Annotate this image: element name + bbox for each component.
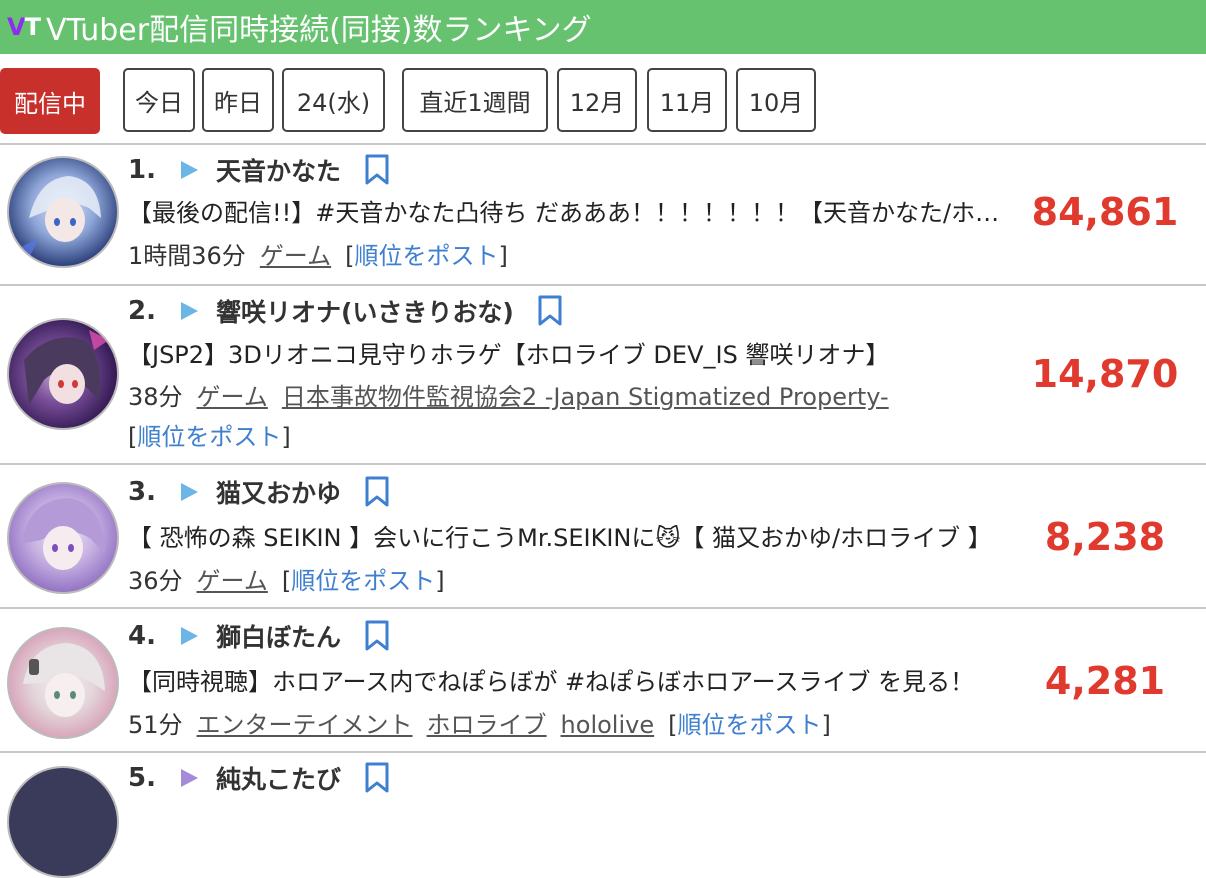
avatar[interactable] [7,627,119,739]
channel-name[interactable]: 純丸こたび [216,760,341,796]
divider [0,463,1206,465]
avatar-image [23,643,105,717]
tag-link[interactable]: ゲーム [260,242,331,270]
post-rank: [順位をポスト] [281,567,445,595]
avatar-image [21,498,105,570]
channel-name[interactable]: 猫又おかゆ [216,474,341,510]
stream-title[interactable]: 【同時視聴】ホロアース内でねぽらぼが #ねぽらぼホロアースライブ を見る！ [128,665,1008,699]
avatar[interactable] [7,482,119,594]
post-rank: [順位をポスト] [668,711,831,739]
duration: 1時間36分 [128,242,246,270]
play-icon [181,627,198,645]
tag-link[interactable]: 日本事故物件監視協会2 -Japan Stigmatized Property- [282,383,889,411]
play-icon [181,483,198,501]
stream-meta: 36分 ゲーム [順位をポスト] [128,564,445,598]
channel-name[interactable]: 獅白ぼたん [216,618,341,654]
duration: 51分 [128,711,183,739]
viewer-count: 84,861 [1031,190,1179,234]
tag-link[interactable]: ゲーム [197,383,268,411]
post-rank: [順位をポスト] [345,242,508,270]
post-rank-link[interactable]: 順位をポスト [137,423,281,451]
play-icon [181,302,198,320]
rank-number: 1. [128,155,156,185]
viewer-count: 4,281 [1044,659,1166,703]
tab-date-24[interactable]: 24(水) [282,68,385,132]
play-icon [181,161,198,179]
period-tabs: 配信中 今日 昨日 24(水) 直近1週間 12月 11月 10月 [0,68,1206,134]
bookmark-icon[interactable] [363,476,391,508]
site-logo[interactable]: VT [7,13,41,41]
channel-name[interactable]: 響咲リオナ(いさきりおな) [216,293,514,329]
post-rank-link[interactable]: 順位をポスト [354,242,498,270]
stream-meta: 38分 ゲーム 日本事故物件監視協会2 -Japan Stigmatized Pro… [128,380,889,414]
rank-line: 2. 響咲リオナ(いさきりおな) [128,295,564,327]
bookmark-icon[interactable] [363,154,391,186]
bookmark-icon[interactable] [363,762,391,794]
tab-yesterday[interactable]: 昨日 [202,68,274,132]
avatar-image [24,330,109,405]
rank-number: 3. [128,477,156,507]
rank-number: 2. [128,296,156,326]
post-rank-link[interactable]: 順位をポスト [677,711,821,739]
stream-title[interactable]: 【 恐怖の森 SEIKIN 】会いに行こうMr.SEIKINに😼【 猫又おかゆ/… [128,521,1008,555]
tag-link[interactable]: エンターテイメント [197,711,413,739]
duration: 36分 [128,567,183,595]
stream-meta: 1時間36分 ゲーム [順位をポスト] [128,239,508,273]
avatar-image [19,176,101,258]
rank-line: 1. 天音かなた [128,154,391,186]
rank-number: 4. [128,621,156,651]
viewer-count: 14,870 [1031,352,1179,396]
tab-last-week[interactable]: 直近1週間 [402,68,548,132]
stream-title[interactable]: 【最後の配信!!】#天音かなた凸待ち だあああ！！！！！！！【天音かなた/ホロラ… [128,196,1008,230]
rank-line: 5. 純丸こたび [128,762,391,794]
divider [0,284,1206,286]
app-header: VT VTuber配信同時接続(同接)数ランキング [0,0,1206,54]
bookmark-icon[interactable] [363,620,391,652]
channel-name[interactable]: 天音かなた [216,152,341,188]
rank-line: 3. 猫又おかゆ [128,476,391,508]
tab-live[interactable]: 配信中 [0,68,100,134]
tab-today[interactable]: 今日 [123,68,195,132]
tab-november[interactable]: 11月 [647,68,727,132]
avatar[interactable] [7,156,119,268]
rank-line: 4. 獅白ぼたん [128,620,391,652]
tab-december[interactable]: 12月 [557,68,637,132]
tab-october[interactable]: 10月 [736,68,816,132]
stream-meta: [順位をポスト] [128,420,291,454]
play-icon [181,769,198,787]
duration: 38分 [128,383,183,411]
avatar[interactable] [7,766,119,878]
tag-link[interactable]: ゲーム [197,567,268,595]
stream-title[interactable]: 【JSP2】3Dリオニコ見守りホラゲ【ホロライブ DEV_IS 響咲リオナ】 [128,338,1008,372]
bookmark-icon[interactable] [536,295,564,327]
post-rank-link[interactable]: 順位をポスト [291,567,435,595]
divider [0,751,1206,753]
post-rank: [順位をポスト] [128,423,291,451]
divider [0,143,1206,145]
tag-link[interactable]: ホロライブ [427,711,547,739]
divider [0,607,1206,609]
stream-meta: 51分 エンターテイメント ホロライブ hololive [順位をポスト] [128,708,831,742]
tag-link[interactable]: hololive [561,711,655,739]
avatar[interactable] [7,318,119,430]
page-title[interactable]: VTuber配信同時接続(同接)数ランキング [46,5,592,49]
viewer-count: 8,238 [1044,515,1166,559]
rank-number: 5. [128,763,156,793]
